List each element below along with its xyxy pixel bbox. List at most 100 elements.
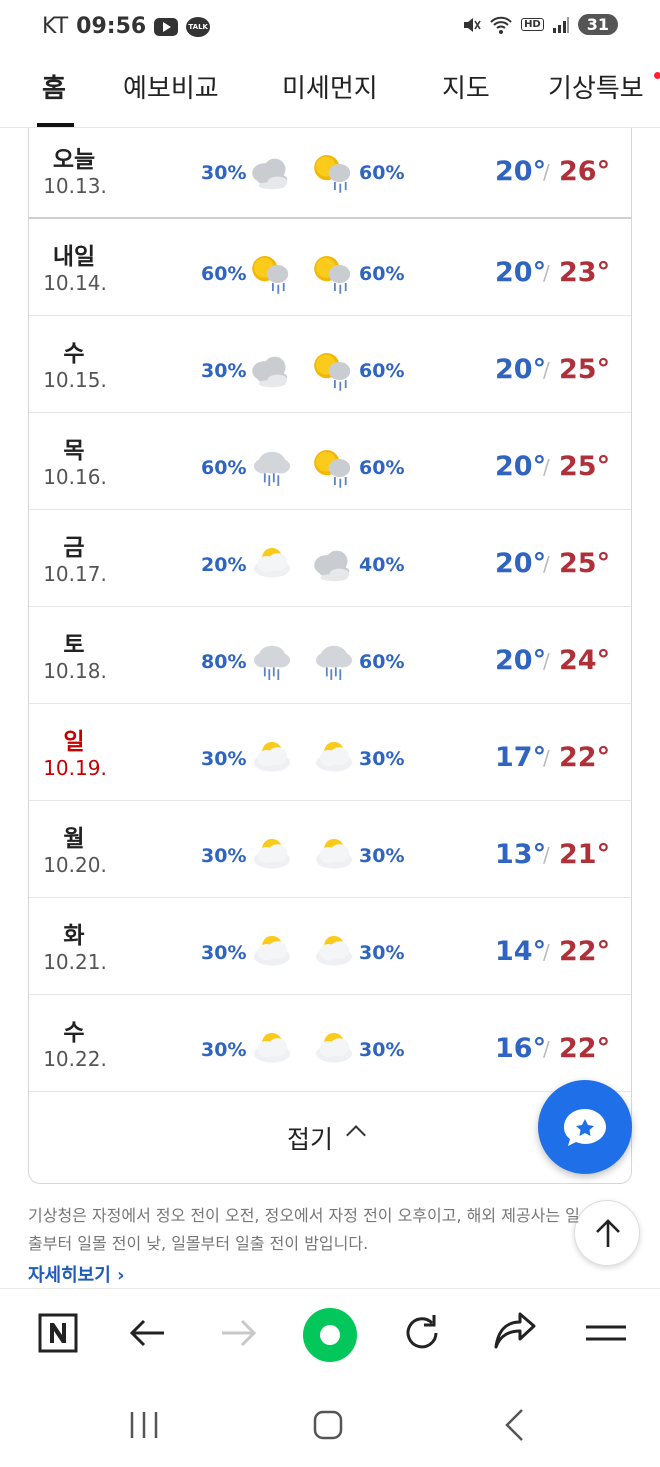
home-icon[interactable] xyxy=(312,1410,344,1440)
high-temp: 22° xyxy=(559,936,611,967)
date-label: 10.20. xyxy=(43,853,107,877)
low-temp: 16° xyxy=(495,1033,547,1064)
back-icon[interactable] xyxy=(502,1408,526,1442)
date-label: 10.13. xyxy=(43,174,107,198)
high-temp: 25° xyxy=(559,354,611,385)
share-icon[interactable] xyxy=(490,1309,538,1357)
am-rain-chance: 80% xyxy=(201,651,247,673)
date-label: 10.16. xyxy=(43,465,107,489)
day-label: 토 xyxy=(63,632,85,658)
forecast-row-today: 오늘 10.13. 30% 60% 20° / 26° xyxy=(29,128,631,219)
high-temp: 23° xyxy=(559,257,611,288)
day-label: 화 xyxy=(63,923,85,949)
pm-rain-chance: 30% xyxy=(359,942,405,964)
partly-cloudy-icon xyxy=(316,838,352,869)
high-temp: 24° xyxy=(559,645,611,676)
date-label: 10.15. xyxy=(43,368,107,392)
tab-map[interactable]: 지도 xyxy=(442,68,490,105)
clock: 09:56 xyxy=(76,14,147,39)
am-rain-chance: 60% xyxy=(201,457,247,479)
new-badge-dot xyxy=(654,72,660,79)
am-rain-chance: 20% xyxy=(201,554,247,576)
partly-cloudy-icon xyxy=(254,1032,290,1063)
temp-separator: / xyxy=(543,940,550,964)
status-left: KT 09:56 TALK xyxy=(42,14,211,39)
tab-bar: 홈 예보비교 미세먼지 지도 기상특보 xyxy=(0,56,660,128)
partly-cloudy-icon xyxy=(316,1032,352,1063)
green-dot-icon[interactable] xyxy=(302,1307,358,1363)
sun-cloud-rain-icon xyxy=(314,155,351,193)
temp-separator: / xyxy=(543,649,550,673)
forecast-row: 내일 10.14. 60% 60% 20° / 23° xyxy=(29,219,631,316)
am-rain-chance: 30% xyxy=(201,845,247,867)
partly-cloudy-icon xyxy=(316,741,352,772)
wifi-icon xyxy=(490,16,512,34)
temp-separator: / xyxy=(543,160,550,184)
sun-cloud-rain-icon xyxy=(314,353,351,391)
naver-home-icon[interactable] xyxy=(34,1309,82,1357)
partly-cloudy-icon xyxy=(254,838,290,869)
cloudy-icon xyxy=(252,356,288,388)
kakaotalk-icon: TALK xyxy=(186,16,211,37)
menu-icon[interactable] xyxy=(582,1309,630,1357)
day-label: 오늘 xyxy=(52,147,96,173)
am-rain-chance: 60% xyxy=(201,263,247,285)
forecast-row: 수 10.15. 30% 60% 20° / 25° xyxy=(29,316,631,413)
hd-icon: HD xyxy=(521,18,544,31)
mute-icon xyxy=(464,17,481,32)
low-temp: 17° xyxy=(495,742,547,773)
date-label: 10.18. xyxy=(43,659,107,683)
pm-rain-chance: 60% xyxy=(359,263,405,285)
youtube-icon xyxy=(154,17,179,36)
pm-rain-chance: 30% xyxy=(359,748,405,770)
date-label: 10.21. xyxy=(43,950,107,974)
back-arrow-icon[interactable] xyxy=(124,1309,172,1357)
low-temp: 14° xyxy=(495,936,547,967)
pm-rain-chance: 30% xyxy=(359,845,405,867)
temp-separator: / xyxy=(543,455,550,479)
sun-cloud-rain-icon xyxy=(314,256,351,294)
tab-forecast-compare[interactable]: 예보비교 xyxy=(123,68,219,105)
forward-arrow-icon[interactable] xyxy=(214,1309,262,1357)
tab-weather-warning[interactable]: 기상특보 xyxy=(548,68,644,105)
day-label: 수 xyxy=(63,1020,85,1046)
tab-fine-dust[interactable]: 미세먼지 xyxy=(282,68,378,105)
pm-rain-chance: 60% xyxy=(359,457,405,479)
partly-cloudy-icon xyxy=(316,935,352,966)
high-temp: 22° xyxy=(559,1033,611,1064)
temp-separator: / xyxy=(543,1037,550,1061)
cloud-rain-icon xyxy=(253,644,291,681)
am-rain-chance: 30% xyxy=(201,360,247,382)
forecast-row: 화 10.21. 30% 30% 14° / 22° xyxy=(29,898,631,995)
refresh-icon[interactable] xyxy=(398,1309,446,1357)
low-temp: 20° xyxy=(495,451,547,482)
high-temp: 25° xyxy=(559,451,611,482)
day-label: 월 xyxy=(63,826,85,852)
chat-favorite-button[interactable] xyxy=(538,1080,632,1174)
date-label: 10.19. xyxy=(43,756,107,780)
day-label: 목 xyxy=(63,438,85,464)
day-label: 수 xyxy=(63,341,85,367)
browser-toolbar xyxy=(0,1288,660,1380)
partly-cloudy-icon xyxy=(254,741,290,772)
high-temp: 22° xyxy=(559,742,611,773)
temp-separator: / xyxy=(543,843,550,867)
day-label: 금 xyxy=(63,535,85,561)
day-label: 일 xyxy=(63,729,85,755)
temp-separator: / xyxy=(543,261,550,285)
system-nav-bar xyxy=(0,1380,660,1467)
speech-bubble-star-icon xyxy=(564,1109,606,1146)
low-temp: 20° xyxy=(495,645,547,676)
see-more-link[interactable]: 자세히보기 › xyxy=(28,1261,124,1287)
pm-rain-chance: 60% xyxy=(359,360,405,382)
tab-home[interactable]: 홈 xyxy=(42,68,66,105)
temp-separator: / xyxy=(543,552,550,576)
cloudy-icon xyxy=(252,158,288,190)
temp-separator: / xyxy=(543,746,550,770)
chevron-up-icon xyxy=(346,1125,366,1145)
date-label: 10.22. xyxy=(43,1047,107,1071)
pm-rain-chance: 60% xyxy=(359,162,405,184)
recents-icon[interactable] xyxy=(128,1410,160,1440)
partly-cloudy-icon xyxy=(254,547,290,578)
date-label: 10.17. xyxy=(43,562,107,586)
